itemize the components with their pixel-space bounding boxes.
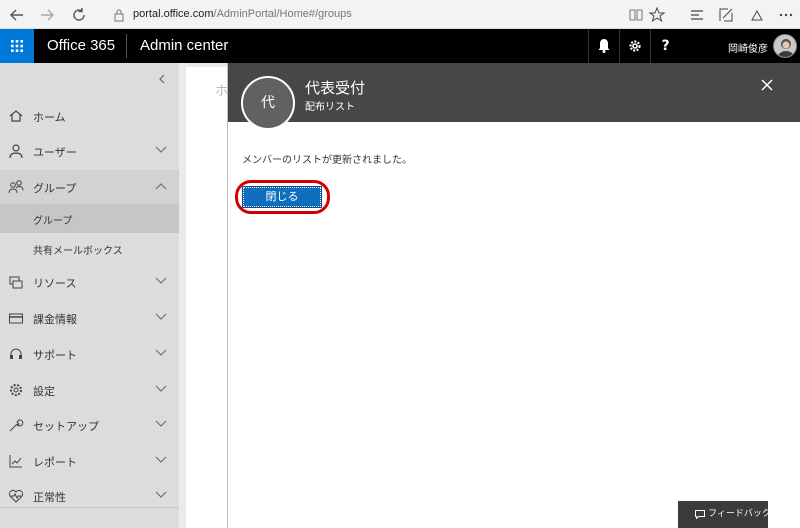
nav-item-label: ユーザー [33,146,77,159]
browser-toolbar: portal.office.com/AdminPortal/Home#/grou… [0,0,800,29]
chevron-down-icon [155,349,167,356]
user-avatar[interactable] [773,34,797,58]
share-icon[interactable] [748,6,766,24]
nav-item-resources[interactable]: リソース [0,265,179,299]
close-icon[interactable] [758,76,776,94]
panel-title: 代表受付 [305,79,366,97]
panel-header: 代表受付 配布リスト [228,63,800,122]
nav-item-billing[interactable]: 課金情報 [0,301,179,335]
chevron-down-icon [155,385,167,392]
chevron-up-icon [155,183,167,190]
health-icon [8,489,24,503]
settings-icon [10,384,22,396]
nav-item-label: レポート [33,456,77,469]
nav-item-label: 設定 [33,385,55,398]
collapse-nav-icon[interactable] [155,71,169,85]
url-domain: portal.office.com [133,8,214,20]
nav-item-label: グループ [33,182,77,195]
nav-item-label: サポート [33,349,77,362]
main-content-card [186,67,227,528]
setup-icon [9,419,24,432]
chevron-down-icon [155,146,167,153]
o365-header: Office 365 Admin center ? 岡崎俊彦 [0,29,800,63]
nav-item-label: 正常性 [33,491,66,504]
url-path: /AdminPortal/Home#/groups [213,8,352,20]
user-name[interactable]: 岡崎俊彦 [728,40,768,55]
nav-divider [0,507,179,508]
more-icon[interactable] [777,6,795,24]
nav-item-label: ホーム [33,111,66,124]
refresh-icon[interactable] [70,6,88,24]
bell-icon [598,39,610,53]
app-launcher-button[interactable] [0,29,34,63]
nav-item-groups[interactable]: グループ [0,170,179,204]
web-note-icon[interactable] [717,6,735,24]
chevron-down-icon [155,420,167,427]
lock-icon [113,7,125,22]
favorite-star-icon[interactable] [648,6,666,24]
nav-item-label: リソース [33,277,77,290]
group-icon [8,180,24,194]
hub-icon[interactable] [688,6,706,24]
nav-item-support[interactable]: サポート [0,337,179,371]
chevron-down-icon [155,313,167,320]
subnav-item-groups[interactable]: グループ [0,204,179,233]
nav-item-reports[interactable]: レポート [0,444,179,478]
group-details-panel: 代表受付 配布リスト 代 メンバーのリストが更新されました。 閉じる フィードバ… [227,63,800,528]
reports-icon [9,455,22,468]
forward-icon[interactable] [38,6,56,24]
left-navigation: ホーム ユーザー グループ グループ 共有メールボックス リソース 課金情報 サ… [0,63,179,528]
nav-item-label: 課金情報 [33,313,77,326]
nav-item-setup[interactable]: セットアップ [0,408,179,442]
close-button[interactable]: 閉じる [242,186,322,208]
nav-item-users[interactable]: ユーザー [0,134,179,168]
help-button[interactable]: ? [650,29,680,63]
nav-item-home[interactable]: ホーム [0,99,179,133]
nav-item-label: セットアップ [33,420,99,433]
chevron-down-icon [155,491,167,498]
gear-icon [629,40,641,52]
settings-button[interactable] [619,29,649,63]
billing-icon [9,313,23,324]
feedback-label: フィードバック [708,509,771,519]
brand-title[interactable]: Office 365 [47,37,115,54]
panel-subtitle: 配布リスト [305,102,355,113]
group-avatar: 代 [241,76,295,130]
app-title[interactable]: Admin center [140,37,228,54]
chevron-down-icon [155,456,167,463]
user-icon [9,144,23,159]
resources-icon [9,276,23,289]
waffle-icon [11,40,23,52]
address-bar[interactable]: portal.office.com/AdminPortal/Home#/grou… [133,8,352,20]
subnav-item-shared-mailboxes[interactable]: 共有メールボックス [0,234,179,263]
status-message: メンバーのリストが更新されました。 [242,155,412,166]
reading-view-icon[interactable] [627,6,645,24]
feedback-button[interactable]: フィードバック [678,501,771,528]
support-icon [10,348,22,359]
home-icon [9,110,23,122]
subnav-item-label: 共有メールボックス [33,246,123,257]
back-icon[interactable] [8,6,26,24]
subnav-item-label: グループ [33,216,73,227]
notifications-button[interactable] [588,29,618,63]
chevron-down-icon [155,277,167,284]
header-divider [126,34,127,58]
nav-item-settings[interactable]: 設定 [0,373,179,407]
comment-icon [695,510,705,519]
